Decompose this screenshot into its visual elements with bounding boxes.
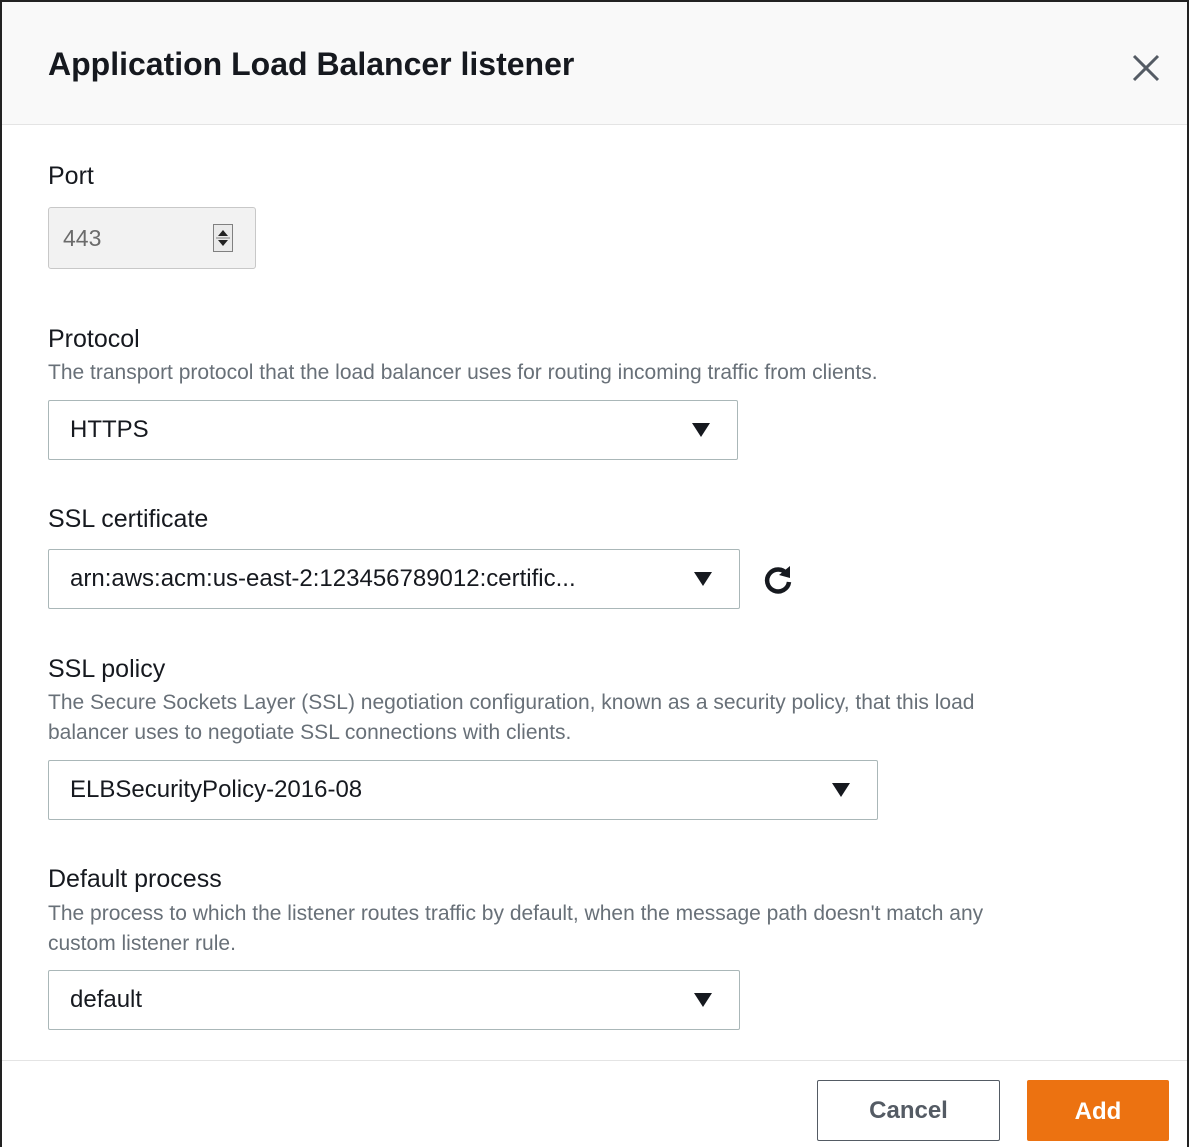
ssl-certificate-value: arn:aws:acm:us-east-2:123456789012:certi… — [70, 565, 576, 592]
ssl-policy-value: ELBSecurityPolicy-2016-08 — [70, 776, 363, 803]
refresh-certificates-button[interactable] — [760, 562, 796, 598]
default-process-description-line2: custom listener rule. — [48, 932, 236, 955]
protocol-value: HTTPS — [70, 416, 149, 443]
default-process-value: default — [70, 986, 143, 1013]
ssl-policy-label: SSL policy — [48, 655, 166, 683]
refresh-icon — [764, 566, 792, 594]
default-process-label: Default process — [48, 865, 222, 893]
close-button[interactable] — [1130, 52, 1162, 84]
listener-modal: Application Load Balancer listener Port … — [0, 0, 1189, 1147]
close-icon — [1132, 54, 1160, 82]
modal-title: Application Load Balancer listener — [48, 46, 575, 82]
protocol-select[interactable]: HTTPS — [48, 400, 738, 460]
ssl-policy-description-line1: The Secure Sockets Layer (SSL) negotiati… — [48, 691, 975, 714]
ssl-policy-select[interactable]: ELBSecurityPolicy-2016-08 — [48, 760, 878, 820]
default-process-select[interactable]: default — [48, 970, 740, 1030]
ssl-certificate-label: SSL certificate — [48, 505, 209, 533]
port-stepper[interactable] — [213, 224, 233, 252]
stepper-arrows-icon — [216, 230, 230, 246]
chevron-down-icon — [694, 993, 712, 1007]
chevron-down-icon — [694, 572, 712, 586]
protocol-description: The transport protocol that the load bal… — [48, 361, 878, 384]
port-field[interactable]: 443 — [48, 207, 256, 269]
port-label: Port — [48, 162, 94, 190]
ssl-certificate-select[interactable]: arn:aws:acm:us-east-2:123456789012:certi… — [48, 549, 740, 609]
chevron-down-icon — [832, 783, 850, 797]
chevron-down-icon — [692, 423, 710, 437]
cancel-button[interactable]: Cancel — [817, 1080, 1000, 1141]
default-process-description-line1: The process to which the listener routes… — [48, 902, 984, 925]
port-value: 443 — [63, 225, 102, 251]
add-button[interactable]: Add — [1027, 1080, 1169, 1141]
protocol-label: Protocol — [48, 325, 140, 353]
modal-header: Application Load Balancer listener — [2, 2, 1187, 125]
ssl-policy-description-line2: balancer uses to negotiate SSL connectio… — [48, 721, 572, 744]
modal-footer: Cancel Add — [2, 1060, 1187, 1147]
